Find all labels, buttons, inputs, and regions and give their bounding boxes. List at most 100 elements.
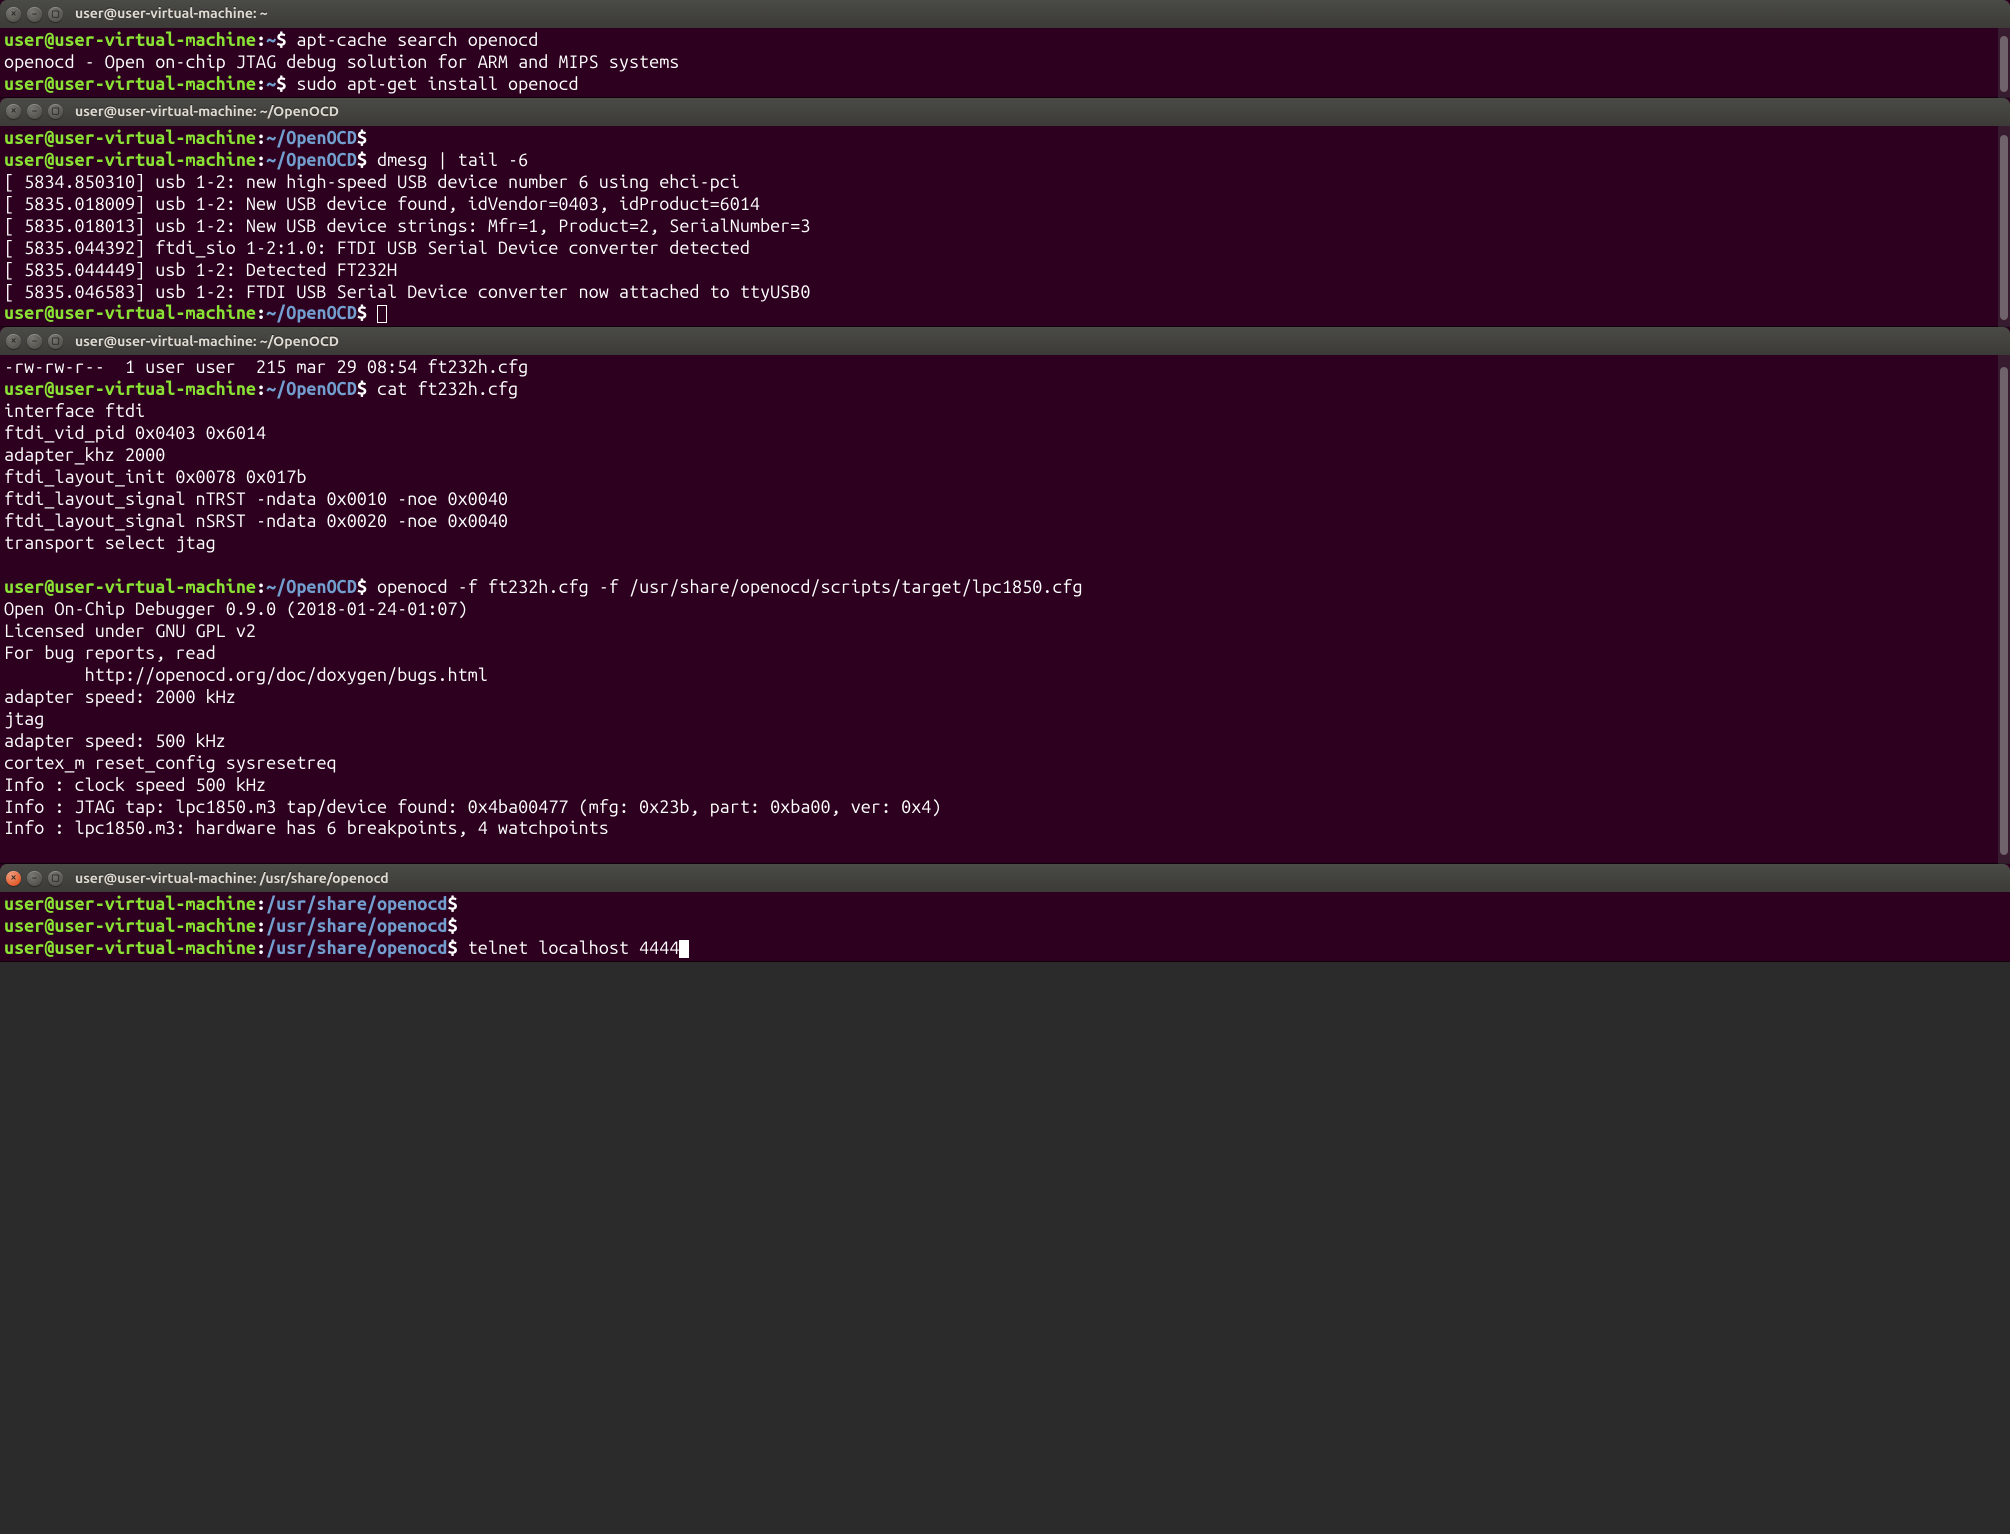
terminal-text: $	[448, 938, 468, 958]
terminal-window: ×– ▢ user@user-virtual-machine: /usr/share…	[0, 864, 2010, 962]
terminal-text: Info : clock speed 500 kHz	[4, 775, 266, 795]
terminal-line: ftdi_layout_signal nSRST -ndata 0x0020 -…	[4, 511, 2006, 533]
terminal-text: Info : JTAG tap: lpc1850.m3 tap/device f…	[4, 797, 941, 817]
terminal-text: $	[276, 74, 296, 94]
terminal-body[interactable]: -rw-rw-r-- 1 user user 215 mar 29 08:54 …	[0, 355, 2010, 864]
scrollbar[interactable]	[1998, 126, 2010, 328]
window-minimize-button[interactable]: –	[27, 7, 42, 22]
window-close-button[interactable]: ×	[6, 7, 21, 22]
window-maximize-button[interactable]: ▢	[48, 104, 63, 119]
terminal-text: user@user-virtual-machine	[4, 150, 256, 170]
terminal-text: :	[256, 379, 266, 399]
terminal-line: jtag	[4, 709, 2006, 731]
window-titlebar[interactable]: ×–▢ user@user-virtual-machine: ~/OpenOCD	[0, 98, 2010, 126]
window-close-button[interactable]: ×	[6, 334, 21, 349]
window-maximize-button[interactable]: ▢	[48, 871, 63, 886]
terminal-text: [ 5834.850310] usb 1-2: new high-speed U…	[4, 172, 740, 192]
window-minimize-button[interactable]: –	[27, 871, 42, 886]
window-titlebar[interactable]: ×–▢ user@user-virtual-machine: ~/OpenOCD	[0, 327, 2010, 355]
terminal-line: user@user-virtual-machine:/usr/share/ope…	[4, 894, 2006, 916]
window-close-button[interactable]: ×	[6, 871, 21, 886]
terminal-text: ~/OpenOCD	[266, 577, 357, 597]
terminal-text: Open On-Chip Debugger 0.9.0 (2018-01-24-…	[4, 599, 468, 619]
window-close-button[interactable]: ×	[6, 104, 21, 119]
terminal-line: ftdi_vid_pid 0x0403 0x6014	[4, 423, 2006, 445]
terminal-line: Info : JTAG tap: lpc1850.m3 tap/device f…	[4, 797, 2006, 819]
window-minimize-button[interactable]: –	[27, 334, 42, 349]
window-titlebar[interactable]: × – ▢ user@user-virtual-machine: ~	[0, 0, 2010, 28]
terminal-text: [ 5835.044449] usb 1-2: Detected FT232H	[4, 260, 397, 280]
window-title: user@user-virtual-machine: /usr/share/op…	[75, 870, 389, 887]
terminal-text: :	[256, 74, 266, 94]
scrollbar-thumb[interactable]	[2000, 36, 2008, 92]
terminal-body[interactable]: user@user-virtual-machine:/usr/share/ope…	[0, 892, 2010, 962]
terminal-text: For bug reports, read	[4, 643, 216, 663]
terminal-text: cat ft232h.cfg	[377, 379, 518, 399]
terminal-text: :	[256, 303, 266, 323]
terminal-line: cortex_m reset_config sysresetreq	[4, 753, 2006, 775]
maximize-icon: ▢	[51, 8, 60, 19]
terminal-line: ftdi_layout_init 0x0078 0x017b	[4, 467, 2006, 489]
terminal-line: adapter speed: 2000 kHz	[4, 687, 2006, 709]
terminal-text: :	[256, 30, 266, 50]
terminal-line: interface ftdi	[4, 401, 2006, 423]
terminal-line	[4, 555, 2006, 577]
terminal-line: user@user-virtual-machine:~/OpenOCD$	[4, 303, 2006, 325]
terminal-line: user@user-virtual-machine:~$ apt-cache s…	[4, 30, 2006, 52]
terminal-text: telnet localhost 4444	[468, 938, 680, 958]
terminal-text: Info : lpc1850.m3: hardware has 6 breakp…	[4, 818, 609, 838]
terminal-text: $	[357, 379, 377, 399]
terminal-text: [ 5835.018009] usb 1-2: New USB device f…	[4, 194, 760, 214]
terminal-body[interactable]: user@user-virtual-machine:~$ apt-cache s…	[0, 28, 2010, 98]
terminal-text: /usr/share/openocd	[266, 916, 447, 936]
maximize-icon: ▢	[51, 872, 60, 883]
terminal-text: :	[256, 128, 266, 148]
terminal-text: user@user-virtual-machine	[4, 379, 256, 399]
terminal-text: $	[448, 916, 458, 936]
terminal-text: user@user-virtual-machine	[4, 303, 256, 323]
terminal-text: user@user-virtual-machine	[4, 894, 256, 914]
terminal-text: ftdi_layout_signal nTRST -ndata 0x0010 -…	[4, 489, 508, 509]
terminal-line: [ 5834.850310] usb 1-2: new high-speed U…	[4, 172, 2006, 194]
scrollbar-thumb[interactable]	[2000, 135, 2008, 320]
close-icon: ×	[11, 8, 16, 19]
minimize-icon: –	[32, 106, 37, 117]
terminal-text: :	[256, 894, 266, 914]
scrollbar[interactable]	[1998, 28, 2010, 98]
window-maximize-button[interactable]: ▢	[48, 7, 63, 22]
terminal-line: user@user-virtual-machine:/usr/share/ope…	[4, 938, 2006, 960]
terminal-text: user@user-virtual-machine	[4, 577, 256, 597]
terminal-text: [ 5835.044392] ftdi_sio 1-2:1.0: FTDI US…	[4, 238, 750, 258]
terminal-text: $	[448, 894, 458, 914]
terminal-window: × – ▢ user@user-virtual-machine: ~ user@user…	[0, 0, 2010, 98]
terminal-line: adapter_khz 2000	[4, 445, 2006, 467]
terminal-line: Info : lpc1850.m3: hardware has 6 breakp…	[4, 818, 2006, 840]
terminal-line: user@user-virtual-machine:~/OpenOCD$ ope…	[4, 577, 2006, 599]
terminal-text: user@user-virtual-machine	[4, 938, 256, 958]
terminal-line: user@user-virtual-machine:~/OpenOCD$ dme…	[4, 150, 2006, 172]
terminal-text: $	[357, 128, 367, 148]
window-title: user@user-virtual-machine: ~/OpenOCD	[75, 333, 339, 350]
terminal-line: Licensed under GNU GPL v2	[4, 621, 2006, 643]
minimize-icon: –	[32, 8, 37, 19]
terminal-window: ×–▢user@user-virtual-machine: ~/OpenOCD-…	[0, 327, 2010, 864]
terminal-text: adapter_khz 2000	[4, 445, 165, 465]
window-minimize-button[interactable]: –	[27, 104, 42, 119]
terminal-text: :	[256, 150, 266, 170]
terminal-text: interface ftdi	[4, 401, 145, 421]
window-titlebar[interactable]: ×– ▢ user@user-virtual-machine: /usr/share…	[0, 864, 2010, 892]
scrollbar-thumb[interactable]	[2000, 367, 2008, 856]
terminal-text: adapter speed: 500 kHz	[4, 731, 226, 751]
window-title: user@user-virtual-machine: ~	[75, 5, 268, 22]
window-title: user@user-virtual-machine: ~/OpenOCD	[75, 103, 339, 120]
terminal-text: :	[256, 577, 266, 597]
terminal-text: [ 5835.046583] usb 1-2: FTDI USB Serial …	[4, 282, 810, 302]
window-maximize-button[interactable]: ▢	[48, 334, 63, 349]
terminal-body[interactable]: user@user-virtual-machine:~/OpenOCD$user…	[0, 126, 2010, 328]
terminal-text: ~/OpenOCD	[266, 379, 357, 399]
terminal-line: http://openocd.org/doc/doxygen/bugs.html	[4, 665, 2006, 687]
minimize-icon: –	[32, 872, 37, 883]
terminal-text: $	[357, 577, 377, 597]
scrollbar[interactable]	[1998, 355, 2010, 864]
terminal-text: ~	[266, 74, 276, 94]
